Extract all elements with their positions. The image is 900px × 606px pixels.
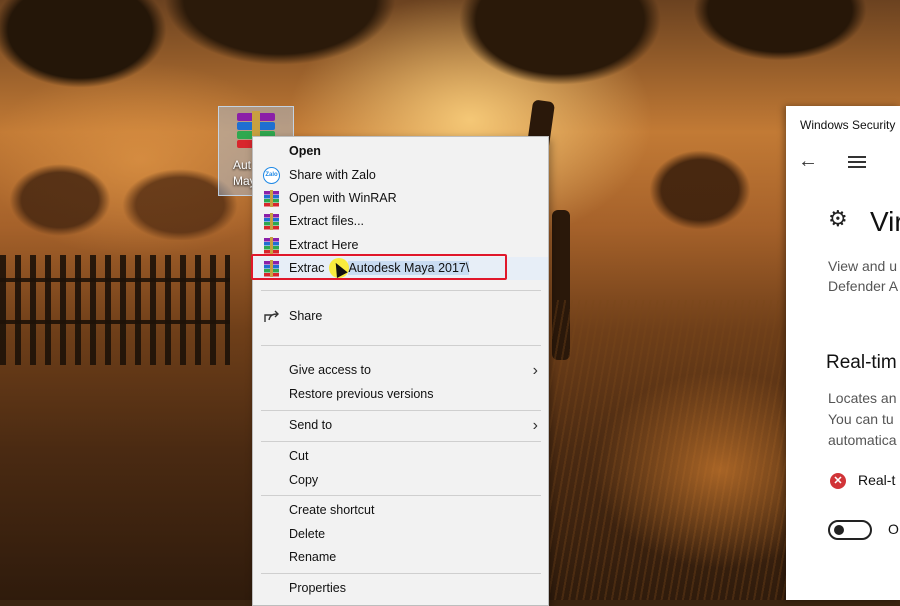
menu-separator	[261, 441, 541, 442]
menu-item-give-access-to[interactable]: Give access to ›	[253, 359, 548, 382]
windows-security-window: Windows Security ← ⚙ Vir View and u Defe…	[786, 106, 900, 600]
window-title: Windows Security	[800, 118, 896, 132]
menu-item-label: Send to	[289, 418, 333, 432]
menu-item-label: Rename	[289, 550, 337, 564]
toggle-state-label: O	[888, 521, 899, 537]
share-icon	[263, 308, 280, 325]
menu-item-label: Give access to	[289, 363, 371, 377]
menu-item-send-to[interactable]: Send to ›	[253, 414, 548, 437]
menu-item-create-shortcut[interactable]: Create shortcut	[253, 499, 548, 522]
menu-item-properties[interactable]: Properties	[253, 577, 548, 600]
menu-separator	[261, 573, 541, 574]
menu-item-rename[interactable]: Rename	[253, 546, 548, 569]
wallpaper-grass	[550, 300, 790, 600]
chevron-right-icon: ›	[532, 362, 538, 379]
menu-item-label: Cut	[289, 449, 309, 463]
menu-item-cut[interactable]: Cut	[253, 445, 548, 468]
menu-item-extract-files[interactable]: Extract files...	[253, 210, 548, 233]
winrar-icon	[263, 213, 280, 230]
menu-item-label: Extract files...	[289, 214, 365, 228]
page-heading: Vir	[870, 206, 900, 237]
section-title: Real-tim	[826, 352, 897, 373]
menu-item-label: Copy	[289, 473, 319, 487]
zalo-icon: Zalo	[263, 167, 280, 184]
menu-item-delete[interactable]: Delete	[253, 523, 548, 546]
menu-item-label: Restore previous versions	[289, 387, 434, 401]
menu-item-label: Open	[289, 144, 321, 158]
menu-item-label: Properties	[289, 581, 346, 595]
menu-item-open-with-winrar[interactable]: Open with WinRAR	[253, 187, 548, 210]
winrar-icon	[263, 190, 280, 207]
menu-separator	[261, 345, 541, 346]
back-arrow-icon[interactable]: ←	[798, 150, 818, 173]
chevron-right-icon: ›	[532, 417, 538, 434]
page-subtitle: View and u Defender A	[828, 258, 899, 294]
wallpaper-tree-canopy	[0, 0, 900, 140]
status-error-icon: ✕	[830, 473, 846, 489]
winrar-icon	[263, 237, 280, 254]
menu-item-label: Delete	[289, 527, 326, 541]
menu-item-share-with-zalo[interactable]: Zalo Share with Zalo	[253, 164, 548, 187]
menu-item-share[interactable]: Share	[253, 305, 548, 328]
menu-item-open[interactable]: Open	[253, 140, 548, 163]
wallpaper-fence	[0, 255, 230, 365]
menu-item-label: Open with WinRAR	[289, 191, 397, 205]
menu-item-copy[interactable]: Copy	[253, 469, 548, 492]
menu-item-label: Share with Zalo	[289, 168, 376, 182]
hamburger-menu-icon[interactable]	[848, 156, 866, 169]
red-highlight-annotation	[251, 254, 507, 280]
status-label: Real-t	[858, 472, 896, 488]
virus-protection-gear-icon: ⚙	[828, 206, 848, 231]
wallpaper-fence-rail	[0, 278, 230, 282]
menu-item-restore-previous-versions[interactable]: Restore previous versions	[253, 383, 548, 406]
menu-separator	[261, 290, 541, 291]
wallpaper-fence-rail	[0, 320, 230, 324]
real-time-protection-toggle[interactable]	[828, 520, 872, 540]
section-description: Locates an You can tu automatica	[828, 390, 897, 448]
context-menu: Open Zalo Share with Zalo Open with WinR…	[252, 136, 549, 606]
menu-separator	[261, 410, 541, 411]
menu-item-label: Share	[289, 309, 323, 323]
menu-item-label: Create shortcut	[289, 503, 375, 517]
menu-separator	[261, 495, 541, 496]
